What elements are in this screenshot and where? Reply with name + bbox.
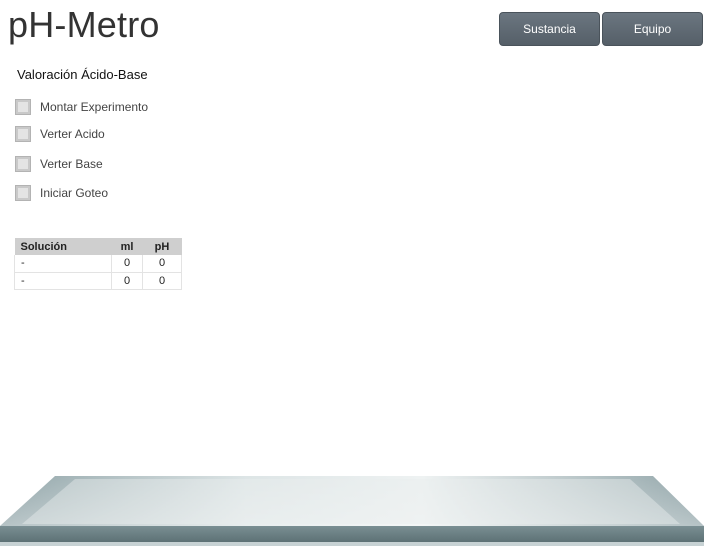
step-checkbox[interactable] <box>15 185 31 201</box>
app-title: pH-Metro <box>8 4 160 45</box>
step-montar-experimento[interactable]: Montar Experimento <box>15 98 215 116</box>
cell-solucion: - <box>14 272 112 290</box>
step-checkbox[interactable] <box>15 156 31 172</box>
experiment-title: Valoración Ácido-Base <box>17 67 148 82</box>
step-verter-base[interactable]: Verter Base <box>15 155 215 173</box>
table-row: - 0 0 <box>14 272 182 290</box>
step-label: Verter Acido <box>40 127 105 141</box>
cell-solucion: - <box>14 255 112 273</box>
header-ml: ml <box>111 238 143 255</box>
header-solucion: Solución <box>14 238 112 255</box>
sustancia-button[interactable]: Sustancia <box>499 12 600 46</box>
ph-meter-app: pH-Metro Sustancia Equipo Valoración Áci… <box>0 0 706 549</box>
step-label: Verter Base <box>40 157 103 171</box>
cell-ph: 0 <box>142 255 182 273</box>
step-iniciar-goteo[interactable]: Iniciar Goteo <box>15 184 215 202</box>
step-label: Iniciar Goteo <box>40 186 109 200</box>
lab-bench <box>0 476 704 546</box>
cell-ml: 0 <box>111 272 143 290</box>
bench-inner <box>22 479 680 524</box>
cell-ml: 0 <box>111 255 143 273</box>
bench-front <box>0 526 704 542</box>
bench-shadow <box>0 542 704 546</box>
step-checkbox[interactable] <box>15 99 31 115</box>
table-row: - 0 0 <box>14 255 182 273</box>
header-ph: pH <box>142 238 182 255</box>
equipo-button[interactable]: Equipo <box>602 12 703 46</box>
step-label: Montar Experimento <box>40 100 149 114</box>
step-checkbox[interactable] <box>15 126 31 142</box>
results-table: Solución ml pH - 0 0 - 0 0 <box>14 238 182 290</box>
step-verter-acido[interactable]: Verter Acido <box>15 125 215 143</box>
cell-ph: 0 <box>142 272 182 290</box>
table-header-row: Solución ml pH <box>14 238 182 255</box>
